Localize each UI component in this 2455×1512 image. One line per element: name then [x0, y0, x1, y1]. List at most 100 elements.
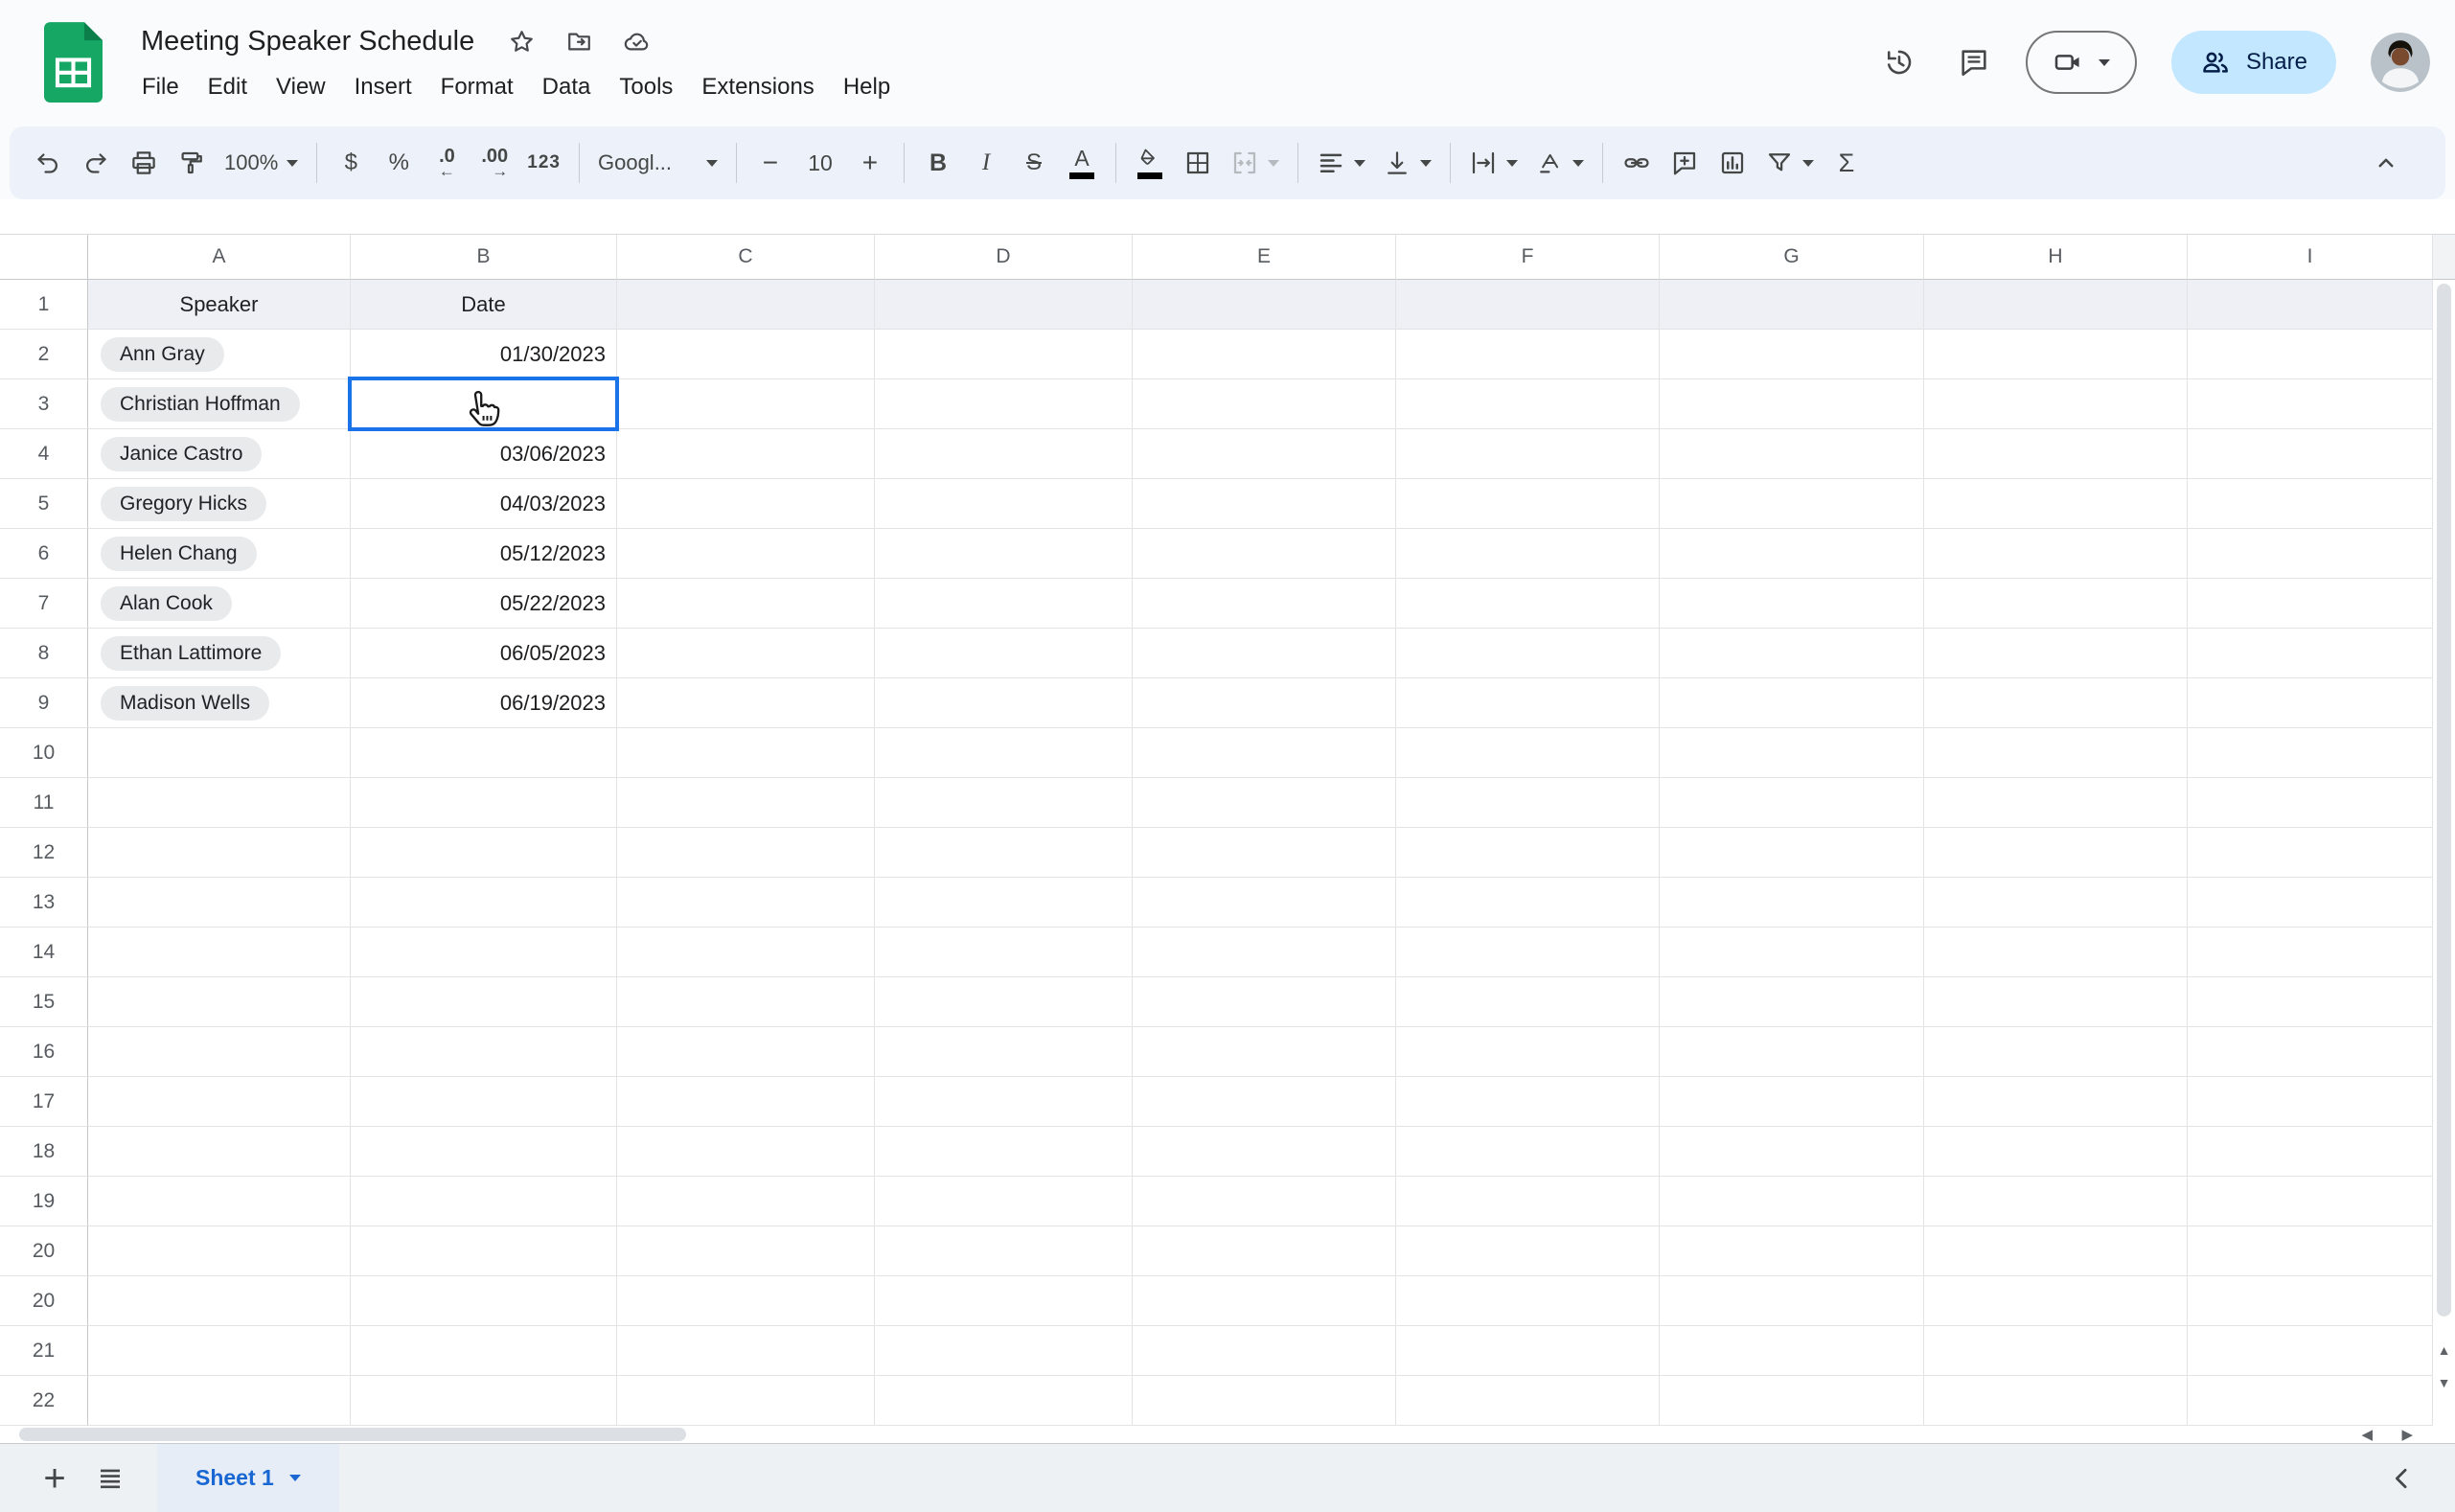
horizontal-align-icon[interactable]: [1309, 136, 1373, 190]
video-call-button[interactable]: [2026, 31, 2137, 94]
cell-H16[interactable]: [1924, 1027, 2188, 1077]
select-all-corner[interactable]: [0, 235, 88, 280]
cell-I16[interactable]: [2188, 1027, 2433, 1077]
vertical-align-icon[interactable]: [1375, 136, 1439, 190]
decrease-font-size-icon[interactable]: −: [747, 136, 793, 190]
cell-I4[interactable]: [2188, 429, 2433, 479]
column-header-D[interactable]: D: [875, 235, 1133, 280]
person-chip[interactable]: Helen Chang: [101, 537, 257, 571]
borders-icon[interactable]: [1175, 136, 1221, 190]
cell-A13[interactable]: [88, 878, 351, 928]
avatar[interactable]: [2371, 33, 2430, 92]
vertical-scrollbar-thumb[interactable]: [2437, 284, 2451, 1317]
cell-B11[interactable]: [351, 778, 617, 828]
cell-F3[interactable]: [1396, 379, 1660, 429]
row-header-22[interactable]: 22: [0, 1376, 88, 1426]
row-header-17[interactable]: 17: [0, 1077, 88, 1127]
cell-F7[interactable]: [1396, 579, 1660, 629]
cell-D18[interactable]: [875, 1127, 1133, 1177]
cell-F19[interactable]: [1396, 1177, 1660, 1226]
sheet-tab-menu-icon[interactable]: [289, 1475, 301, 1481]
column-header-B[interactable]: B: [351, 235, 617, 280]
cell-I15[interactable]: [2188, 977, 2433, 1027]
cell-H10[interactable]: [1924, 728, 2188, 778]
italic-icon[interactable]: I: [963, 136, 1009, 190]
cell-B20[interactable]: [351, 1226, 617, 1276]
cell-B2[interactable]: 01/30/2023: [351, 330, 617, 379]
cell-F21[interactable]: [1396, 1326, 1660, 1376]
cell-G6[interactable]: [1660, 529, 1924, 579]
cell-G13[interactable]: [1660, 878, 1924, 928]
cell-E8[interactable]: [1133, 629, 1396, 678]
cell-I14[interactable]: [2188, 928, 2433, 977]
font-size-value[interactable]: 10: [795, 136, 845, 190]
row-header-2[interactable]: 2: [0, 330, 88, 379]
column-header-F[interactable]: F: [1396, 235, 1660, 280]
cell-G15[interactable]: [1660, 977, 1924, 1027]
cell-D15[interactable]: [875, 977, 1133, 1027]
column-header-I[interactable]: I: [2188, 235, 2433, 280]
cell-D10[interactable]: [875, 728, 1133, 778]
cell-C11[interactable]: [617, 778, 875, 828]
cell-B8[interactable]: 06/05/2023: [351, 629, 617, 678]
cell-C2[interactable]: [617, 330, 875, 379]
cell-C18[interactable]: [617, 1127, 875, 1177]
person-chip[interactable]: Janice Castro: [101, 437, 262, 471]
cell-A8[interactable]: Ethan Lattimore: [88, 629, 351, 678]
cell-C17[interactable]: [617, 1077, 875, 1127]
person-chip[interactable]: Ann Gray: [101, 337, 224, 372]
cell-H7[interactable]: [1924, 579, 2188, 629]
cell-H18[interactable]: [1924, 1127, 2188, 1177]
star-icon[interactable]: [499, 19, 543, 63]
cell-H19[interactable]: [1924, 1177, 2188, 1226]
cell-E17[interactable]: [1133, 1077, 1396, 1127]
menu-extensions[interactable]: Extensions: [687, 69, 828, 105]
cell-I5[interactable]: [2188, 479, 2433, 529]
cell-E9[interactable]: [1133, 678, 1396, 728]
cell-H12[interactable]: [1924, 828, 2188, 878]
cell-A6[interactable]: Helen Chang: [88, 529, 351, 579]
scroll-left-icon[interactable]: ◀: [2361, 1427, 2373, 1443]
cell-B22[interactable]: [351, 1376, 617, 1426]
cell-D17[interactable]: [875, 1077, 1133, 1127]
cell-E10[interactable]: [1133, 728, 1396, 778]
cell-A9[interactable]: Madison Wells: [88, 678, 351, 728]
row-header-18[interactable]: 18: [0, 1127, 88, 1177]
text-rotation-icon[interactable]: [1527, 136, 1592, 190]
cell-C9[interactable]: [617, 678, 875, 728]
cell-G1[interactable]: [1660, 280, 1924, 330]
cell-G3[interactable]: [1660, 379, 1924, 429]
cell-D2[interactable]: [875, 330, 1133, 379]
paint-format-icon[interactable]: [169, 136, 215, 190]
cell-E22[interactable]: [1133, 1376, 1396, 1426]
menu-tools[interactable]: Tools: [605, 69, 687, 105]
cell-A20[interactable]: [88, 1276, 351, 1326]
cell-G8[interactable]: [1660, 629, 1924, 678]
cell-A4[interactable]: Janice Castro: [88, 429, 351, 479]
cell-C13[interactable]: [617, 878, 875, 928]
cell-H6[interactable]: [1924, 529, 2188, 579]
menu-file[interactable]: File: [127, 69, 194, 105]
side-panel-collapse-icon[interactable]: [2375, 1451, 2430, 1506]
person-chip[interactable]: Madison Wells: [101, 686, 269, 721]
cell-D22[interactable]: [875, 1376, 1133, 1426]
cell-A14[interactable]: [88, 928, 351, 977]
fill-color-icon[interactable]: [1127, 136, 1173, 190]
row-header-4[interactable]: 4: [0, 429, 88, 479]
cell-B15[interactable]: [351, 977, 617, 1027]
cell-F22[interactable]: [1396, 1376, 1660, 1426]
scroll-up-icon[interactable]: ▲: [2433, 1343, 2455, 1357]
cell-G18[interactable]: [1660, 1127, 1924, 1177]
cell-G21[interactable]: [1660, 1326, 1924, 1376]
cell-G20[interactable]: [1660, 1226, 1924, 1276]
cell-A21[interactable]: [88, 1326, 351, 1376]
person-chip[interactable]: Christian Hoffman: [101, 387, 300, 422]
row-header-6[interactable]: 6: [0, 529, 88, 579]
cell-G10[interactable]: [1660, 728, 1924, 778]
cell-C6[interactable]: [617, 529, 875, 579]
cell-I12[interactable]: [2188, 828, 2433, 878]
font-select[interactable]: Googl...: [590, 136, 725, 190]
cell-B10[interactable]: [351, 728, 617, 778]
cell-D8[interactable]: [875, 629, 1133, 678]
cell-E12[interactable]: [1133, 828, 1396, 878]
